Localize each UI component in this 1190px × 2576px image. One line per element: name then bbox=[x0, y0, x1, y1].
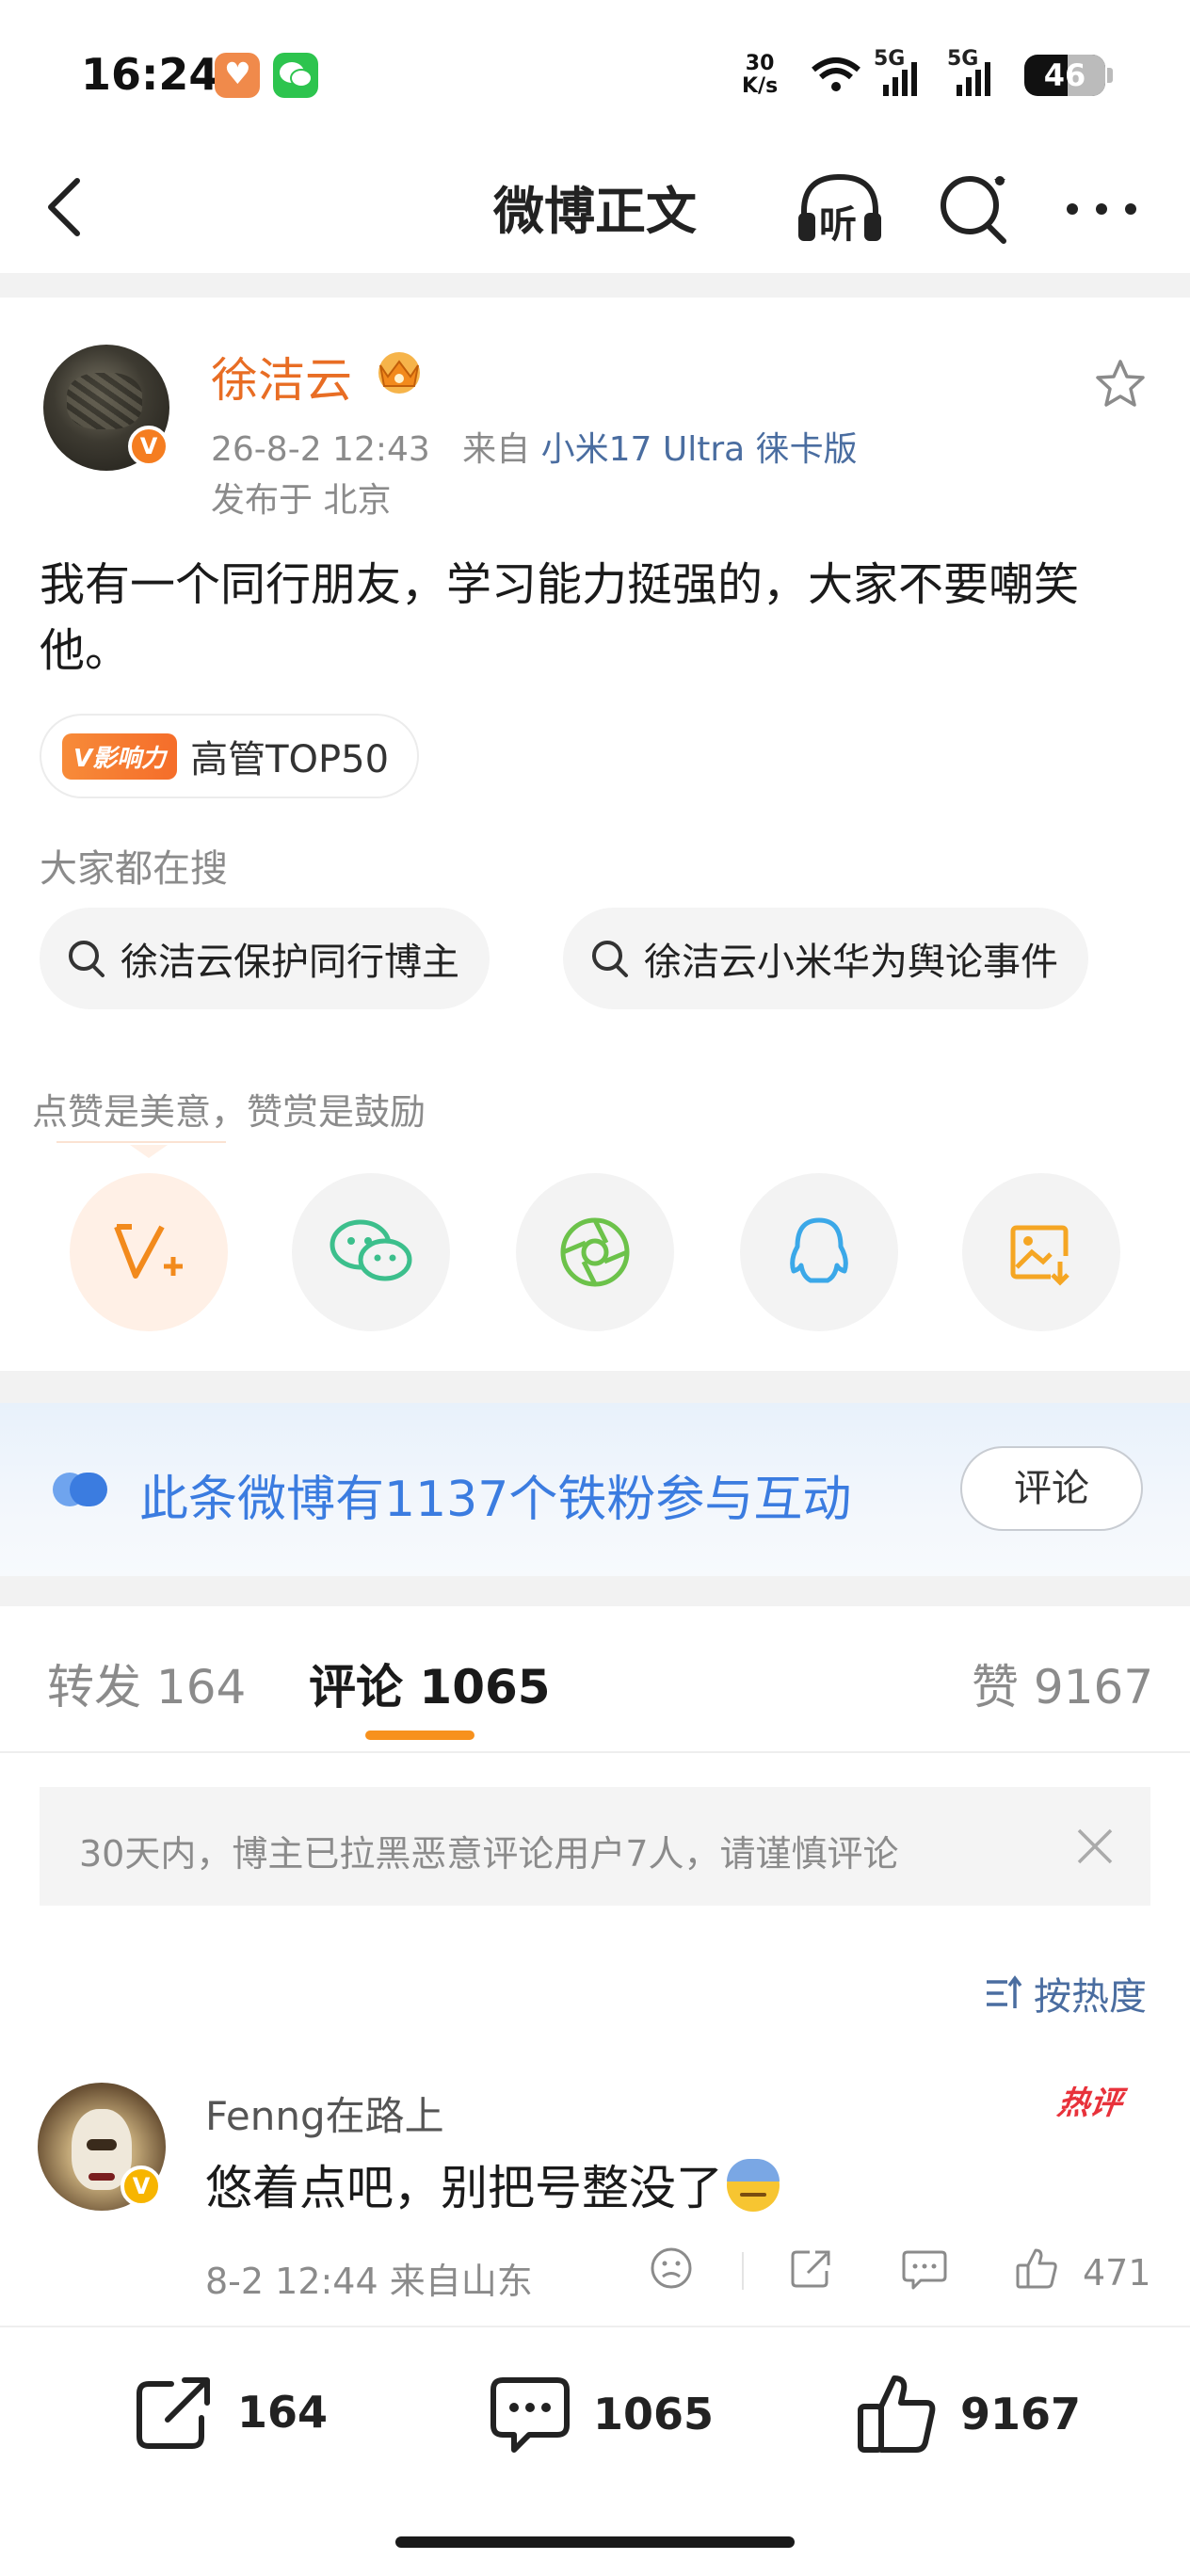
wechat-notification-icon bbox=[273, 53, 318, 98]
home-indicator[interactable] bbox=[395, 2536, 795, 2548]
post-text: 我有一个同行朋友，学习能力挺强的，大家不要嘲笑他。 bbox=[40, 558, 1080, 677]
search-button[interactable] bbox=[932, 166, 1017, 250]
thumbs-up-icon bbox=[858, 2375, 936, 2453]
network-speed-value: 30 bbox=[745, 52, 775, 75]
save-image-button[interactable] bbox=[962, 1173, 1120, 1331]
comment-like-icon[interactable] bbox=[1013, 2245, 1060, 2292]
wifi-icon bbox=[812, 57, 860, 91]
share-qq-button[interactable] bbox=[740, 1173, 898, 1331]
search-chip-label: 徐洁云保护同行博主 bbox=[121, 941, 459, 984]
iron-fans-banner[interactable]: 此条微博有1137个铁粉参与互动 评论 bbox=[0, 1403, 1190, 1576]
sweat-emoji-icon bbox=[727, 2159, 780, 2212]
tab-divider bbox=[0, 1751, 1190, 1753]
repost-icon[interactable] bbox=[787, 2245, 834, 2292]
comment-icon bbox=[490, 2377, 570, 2453]
section-divider bbox=[0, 1576, 1190, 1606]
section-divider bbox=[0, 1371, 1190, 1403]
close-icon[interactable] bbox=[1073, 1825, 1117, 1868]
search-chip[interactable]: 徐洁云保护同行博主 bbox=[40, 908, 490, 1009]
comment-like-count: 471 bbox=[1083, 2252, 1151, 2294]
battery-nub bbox=[1107, 68, 1113, 83]
section-divider bbox=[0, 273, 1190, 298]
v-plus-icon bbox=[114, 1224, 183, 1279]
comment-meta: 8-2 12:44 来自山东 bbox=[205, 2261, 533, 2302]
comment-action-divider bbox=[742, 2252, 744, 2290]
search-icon bbox=[69, 941, 105, 977]
wechat-icon bbox=[330, 1219, 412, 1281]
search-chip-label: 徐洁云小米华为舆论事件 bbox=[644, 941, 1058, 984]
verified-badge-icon: V bbox=[128, 426, 169, 467]
trending-search-heading: 大家都在搜 bbox=[40, 847, 228, 891]
sort-by-hot-button[interactable]: 按热度 bbox=[985, 1966, 1147, 2021]
star-icon bbox=[1096, 360, 1145, 407]
influence-tag[interactable]: V影响力 高管TOP50 bbox=[40, 714, 420, 798]
comment-body: 悠着点吧，别把号整没了 bbox=[205, 2161, 723, 2215]
reward-button[interactable] bbox=[70, 1173, 228, 1331]
signal-icons: 5G 5G bbox=[808, 47, 1015, 105]
influence-badge: V影响力 bbox=[62, 733, 178, 780]
influence-label: 高管TOP50 bbox=[190, 738, 390, 781]
repost-button[interactable]: 164 bbox=[132, 2373, 328, 2452]
search-icon bbox=[592, 941, 628, 977]
iron-fans-text: 此条微博有1137个铁粉参与互动 bbox=[139, 1472, 852, 1528]
hot-comment-badge: 热评 bbox=[1054, 2085, 1125, 2122]
save-image-icon bbox=[1010, 1225, 1069, 1286]
sort-icon bbox=[987, 1975, 1022, 2008]
network-speed-unit: K/s bbox=[742, 74, 779, 98]
tab-like[interactable]: 赞 9167 bbox=[972, 1650, 1153, 1717]
repost-count: 164 bbox=[237, 2387, 329, 2438]
share-wechat-button[interactable] bbox=[292, 1173, 450, 1331]
comment-count: 1065 bbox=[593, 2389, 715, 2439]
tab-comment[interactable]: 评论 1065 bbox=[309, 1650, 551, 1717]
fans-heart-icon bbox=[53, 1473, 107, 1506]
fans-comment-button[interactable]: 评论 bbox=[960, 1446, 1143, 1531]
post-location: 发布于 北京 bbox=[211, 481, 392, 520]
network-speed: 30 K/s bbox=[742, 53, 778, 98]
battery-level: 46 bbox=[1043, 57, 1086, 93]
comment-notice: 30天内，博主已拉黑恶意评论用户7人，请谨慎评论 bbox=[40, 1787, 1150, 1906]
comment-text: 悠着点吧，别把号整没了 bbox=[205, 2150, 780, 2218]
health-app-icon bbox=[215, 53, 260, 98]
favorite-button[interactable] bbox=[1092, 356, 1149, 412]
tab-repost[interactable]: 转发 164 bbox=[47, 1650, 246, 1717]
reward-hint: 点赞是美意，赞赏是鼓励 bbox=[32, 1091, 426, 1133]
status-bar: 16:24 30 K/s 5G 5G 46 bbox=[0, 0, 1190, 141]
post-source-link[interactable]: 小米17 Ultra 徕卡版 bbox=[541, 430, 858, 469]
more-button[interactable] bbox=[1059, 166, 1144, 250]
reply-icon[interactable] bbox=[900, 2245, 949, 2292]
battery-icon: 46 bbox=[1024, 55, 1105, 96]
search-chip[interactable]: 徐洁云小米华为舆论事件 bbox=[563, 908, 1088, 1009]
comment-button[interactable]: 1065 bbox=[488, 2373, 714, 2455]
nav-bar: 微博正文 听 bbox=[0, 141, 1190, 273]
signal-1-label: 5G bbox=[874, 47, 906, 71]
reward-hint-underline bbox=[56, 1141, 226, 1143]
commenter-name[interactable]: Fenng在路上 bbox=[205, 2085, 444, 2142]
listen-label: 听 bbox=[819, 203, 857, 247]
search-icon bbox=[941, 176, 1006, 244]
post-meta: 26-8-2 12:43 来自 小米17 Ultra 徕卡版 bbox=[211, 422, 858, 471]
sort-label: 按热度 bbox=[1034, 1975, 1147, 2019]
tab-active-indicator bbox=[365, 1731, 474, 1740]
reward-caret bbox=[130, 1145, 168, 1158]
bottom-toolbar: 164 1065 9167 bbox=[0, 2326, 1190, 2576]
like-count: 9167 bbox=[960, 2389, 1082, 2439]
repost-icon bbox=[137, 2377, 210, 2449]
listen-button[interactable]: 听 bbox=[793, 166, 887, 250]
dislike-face-icon[interactable] bbox=[648, 2245, 695, 2292]
qq-icon bbox=[790, 1217, 848, 1283]
post-time: 26-8-2 12:43 bbox=[211, 430, 430, 469]
signal-2-label: 5G bbox=[947, 47, 979, 71]
comment-notice-text: 30天内，博主已拉黑恶意评论用户7人，请谨慎评论 bbox=[79, 1833, 899, 1875]
more-dots-icon bbox=[1067, 203, 1136, 215]
like-button[interactable]: 9167 bbox=[855, 2373, 1081, 2455]
status-time: 16:24 bbox=[81, 49, 219, 100]
share-moments-button[interactable] bbox=[516, 1173, 674, 1331]
moments-icon bbox=[560, 1217, 630, 1287]
source-prefix: 来自 bbox=[462, 430, 531, 469]
vip-crown-icon bbox=[378, 352, 420, 394]
author-name[interactable]: 徐洁云 bbox=[211, 343, 352, 411]
verified-badge-icon: V bbox=[121, 2165, 162, 2207]
